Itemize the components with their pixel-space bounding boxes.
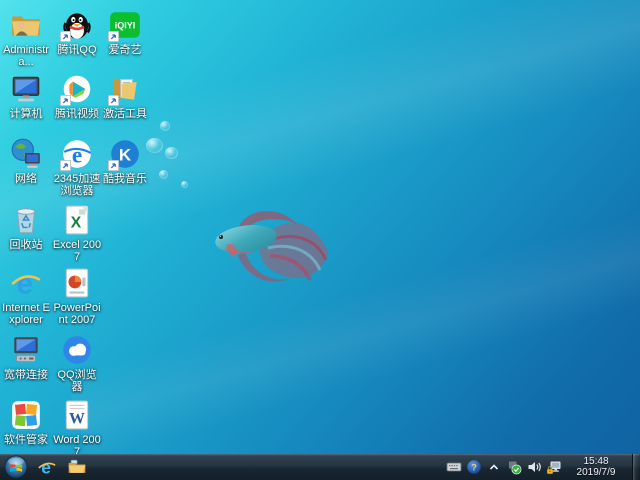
- desktop-icon-label: 计算机: [1, 108, 51, 120]
- desktop-icon-art: [60, 266, 94, 300]
- desktop-icon-qq-browser[interactable]: QQ浏览器: [52, 333, 102, 393]
- shortcut-arrow-icon: [60, 160, 71, 171]
- desktop-icon-label: 回收站: [1, 239, 51, 251]
- desktop-icon-label: 软件管家: [1, 434, 51, 446]
- desktop-icon-open-folder[interactable]: 激活工具: [100, 72, 150, 120]
- svg-text:W: W: [69, 411, 85, 428]
- desktop-icon-broadband[interactable]: 宽带连接: [1, 333, 51, 381]
- desktop-icon-art: e: [9, 266, 43, 300]
- desktop-icon-label: Excel 2007: [52, 239, 102, 263]
- network-warning-icon[interactable]: [545, 459, 562, 476]
- desktop-icon-art: [9, 203, 43, 237]
- desktop-icon-user-folder[interactable]: Administra...: [1, 8, 51, 68]
- desktop-icon-network[interactable]: 网络: [1, 137, 51, 185]
- desktop-icon-word[interactable]: W Word 2007: [52, 398, 102, 458]
- desktop-icon-art: [60, 8, 94, 42]
- desktop-icon-label: 网络: [1, 173, 51, 185]
- desktop-icon-label: 爱奇艺: [100, 44, 150, 56]
- taskbar-buttons: e: [0, 454, 92, 480]
- svg-text:iQIYI: iQIYI: [115, 21, 136, 31]
- desktop-icon-label: QQ浏览器: [52, 369, 102, 393]
- desktop-icon-tencent-video[interactable]: 腾讯视频: [52, 72, 102, 120]
- desktop-icon-label: 酷我音乐: [100, 173, 150, 185]
- desktop-icon-art: iQIYI: [108, 8, 142, 42]
- desktop-icon-art: [9, 398, 43, 432]
- svg-text:X: X: [71, 214, 82, 231]
- desktop-icon-label: 腾讯QQ: [52, 44, 102, 56]
- start-button[interactable]: [0, 454, 32, 480]
- bubble: [165, 147, 178, 159]
- desktop-icon-art: e: [60, 137, 94, 171]
- shortcut-arrow-icon: [108, 160, 119, 171]
- desktop-icon-art: [9, 137, 43, 171]
- desktop: Administra... 腾讯QQ iQIYI 爱奇艺 计算机 腾讯视频 激活…: [0, 0, 640, 480]
- desktop-icon-excel[interactable]: X Excel 2007: [52, 203, 102, 263]
- desktop-icon-art: K: [108, 137, 142, 171]
- desktop-icon-label: Administra...: [1, 44, 51, 68]
- svg-text:e: e: [17, 268, 34, 300]
- taskbar: e ? 15:48 2019/7/9: [0, 454, 640, 480]
- desktop-icon-software-manager[interactable]: 软件管家: [1, 398, 51, 446]
- desktop-icon-label: 2345加速浏览器: [52, 173, 102, 197]
- svg-text:K: K: [119, 145, 132, 164]
- input-keyboard-icon[interactable]: [445, 459, 462, 476]
- desktop-icon-iqiyi[interactable]: iQIYI 爱奇艺: [100, 8, 150, 56]
- betta-fish-illustration: [200, 186, 340, 296]
- shortcut-arrow-icon: [108, 95, 119, 106]
- security-ok-icon[interactable]: [505, 459, 522, 476]
- desktop-icon-label: PowerPoint 2007: [52, 302, 102, 326]
- show-desktop-button[interactable]: [632, 454, 640, 480]
- desktop-icon-art: [108, 72, 142, 106]
- taskbar-ie-button[interactable]: e: [32, 454, 62, 480]
- desktop-icon-label: 激活工具: [100, 108, 150, 120]
- bubble: [159, 170, 168, 179]
- desktop-icon-label: Internet Explorer: [1, 302, 51, 326]
- bubble: [160, 121, 170, 131]
- system-tray: ?: [445, 454, 562, 480]
- desktop-icon-qq[interactable]: 腾讯QQ: [52, 8, 102, 56]
- desktop-icon-powerpoint[interactable]: PowerPoint 2007: [52, 266, 102, 326]
- desktop-icon-art: [9, 72, 43, 106]
- light-ray: [65, 128, 640, 463]
- desktop-icon-art: [9, 333, 43, 367]
- desktop-icon-art: [60, 72, 94, 106]
- taskbar-explorer-button[interactable]: [62, 454, 92, 480]
- desktop-icon-label: 腾讯视频: [52, 108, 102, 120]
- desktop-icon-ie[interactable]: e Internet Explorer: [1, 266, 51, 326]
- shortcut-arrow-icon: [60, 95, 71, 106]
- volume-icon[interactable]: [525, 459, 542, 476]
- desktop-icon-art: W: [60, 398, 94, 432]
- shortcut-arrow-icon: [60, 31, 71, 42]
- svg-text:?: ?: [471, 463, 477, 474]
- desktop-icon-kuwo[interactable]: K 酷我音乐: [100, 137, 150, 185]
- desktop-icon-art: X: [60, 203, 94, 237]
- desktop-icon-art: [60, 333, 94, 367]
- help-sphere-icon[interactable]: ?: [465, 459, 482, 476]
- shortcut-arrow-icon: [108, 31, 119, 42]
- clock-time: 15:48: [568, 456, 624, 467]
- desktop-icon-computer[interactable]: 计算机: [1, 72, 51, 120]
- svg-text:e: e: [41, 457, 51, 477]
- desktop-icon-browser-2345[interactable]: e 2345加速浏览器: [52, 137, 102, 197]
- desktop-icon-label: 宽带连接: [1, 369, 51, 381]
- svg-text:e: e: [72, 143, 82, 169]
- desktop-icon-art: [9, 8, 43, 42]
- taskbar-clock[interactable]: 15:48 2019/7/9: [568, 456, 624, 478]
- clock-date: 2019/7/9: [568, 467, 624, 478]
- desktop-icon-recycle-bin[interactable]: 回收站: [1, 203, 51, 251]
- bubble: [181, 181, 188, 188]
- show-hidden-chevron-icon[interactable]: [485, 459, 502, 476]
